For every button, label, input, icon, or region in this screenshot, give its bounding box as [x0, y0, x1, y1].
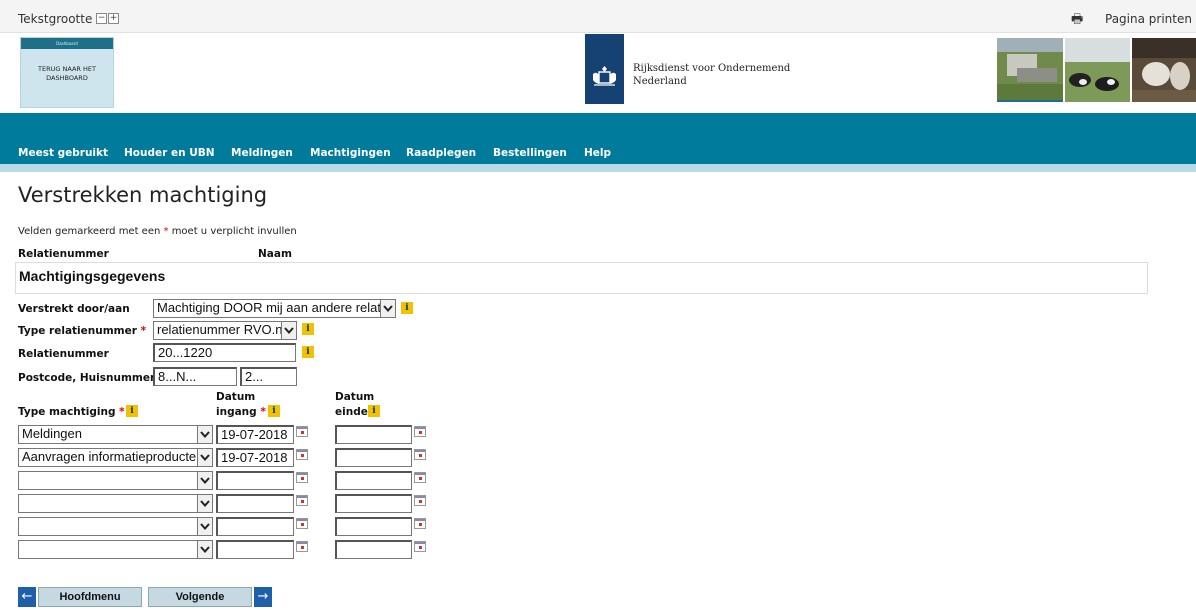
nav-machtigingen[interactable]: Machtigingen: [310, 147, 391, 159]
chevron-down-icon: [197, 426, 212, 443]
postcode-input[interactable]: 8...N...: [153, 367, 237, 386]
huisnummer-input[interactable]: 2...: [240, 367, 297, 386]
info-icon[interactable]: i: [302, 323, 314, 335]
nav-bestellingen[interactable]: Bestellingen: [493, 147, 567, 159]
datum-einde-input-6[interactable]: [335, 540, 412, 559]
calendar-icon[interactable]: [296, 495, 308, 506]
datum-einde-input-3[interactable]: [335, 471, 412, 490]
volgende-button[interactable]: Volgende: [148, 587, 252, 607]
coat-of-arms-icon: [593, 66, 616, 86]
nav-help[interactable]: Help: [584, 147, 611, 159]
top-bar: Tekstgrootte − + 🖶 Pagina printen: [0, 0, 1196, 33]
info-icon[interactable]: i: [126, 405, 138, 417]
chevron-down-icon: [197, 472, 212, 489]
government-logo: [585, 34, 624, 104]
datum-ingang-label-line1: Datum: [216, 391, 256, 403]
type-machtiging-select-4[interactable]: [18, 494, 213, 513]
type-machtiging-select-5[interactable]: [18, 517, 213, 536]
datum-ingang-input-2[interactable]: 19-07-2018: [216, 448, 294, 467]
arrow-left-icon[interactable]: ←: [18, 587, 36, 607]
chevron-down-icon: [281, 322, 296, 339]
calendar-icon[interactable]: [296, 518, 308, 529]
info-icon[interactable]: i: [401, 302, 413, 314]
calendar-icon[interactable]: [296, 449, 308, 460]
datum-einde-label-line1: Datum: [335, 391, 375, 403]
chevron-down-icon: [197, 518, 212, 535]
section-title: Machtigingsgegevens: [19, 268, 166, 284]
info-icon[interactable]: i: [268, 405, 280, 417]
chevron-down-icon: [197, 449, 212, 466]
chevron-down-icon: [197, 495, 212, 512]
section-header: Machtigingsgegevens: [15, 262, 1148, 294]
calendar-icon[interactable]: [414, 518, 426, 529]
type-relatienummer-label: Type relatienummer *: [18, 325, 147, 337]
datum-ingang-input-5[interactable]: [216, 517, 294, 536]
type-machtiging-select-1[interactable]: Meldingen: [18, 425, 213, 444]
navigation-underline: [0, 164, 1196, 172]
datum-einde-input-2[interactable]: [335, 448, 412, 467]
printer-icon[interactable]: 🖶: [1071, 10, 1083, 32]
nav-raadplegen[interactable]: Raadplegen: [406, 147, 476, 159]
calendar-icon[interactable]: [414, 541, 426, 552]
text-size-label: Tekstgrootte: [18, 12, 93, 26]
type-machtiging-select-3[interactable]: [18, 471, 213, 490]
required-fields-hint: Velden gemarkeerd met een * moet u verpl…: [18, 226, 297, 237]
datum-einde-input-1[interactable]: [335, 425, 412, 444]
calendar-icon[interactable]: [296, 541, 308, 552]
back-to-dashboard-button[interactable]: Dashboard TERUG NAAR HET DASHBOARD: [20, 37, 114, 108]
type-relatienummer-select[interactable]: relatienummer RVO.nl: [153, 321, 297, 340]
summary-relatienummer-label: Relatienummer: [18, 248, 109, 260]
chevron-down-icon: [197, 541, 212, 558]
relatienummer-label: Relatienummer: [18, 348, 109, 360]
dashboard-tile-header: Dashboard: [21, 38, 113, 49]
type-machtiging-label: Type machtiging *: [18, 406, 125, 418]
info-icon[interactable]: i: [302, 346, 314, 358]
dashboard-tile-label: TERUG NAAR HET DASHBOARD: [38, 65, 96, 82]
header-photo-goats: [1132, 38, 1196, 102]
calendar-icon[interactable]: [414, 426, 426, 437]
datum-einde-label-line2: einde: [335, 406, 368, 418]
datum-ingang-input-4[interactable]: [216, 494, 294, 513]
datum-einde-input-4[interactable]: [335, 494, 412, 513]
calendar-icon[interactable]: [414, 495, 426, 506]
increase-text-size-button[interactable]: +: [108, 13, 119, 24]
organization-name: Rijksdienst voor Ondernemend Nederland: [633, 63, 791, 87]
nav-meest-gebruikt[interactable]: Meest gebruikt: [18, 147, 108, 159]
info-icon[interactable]: i: [368, 405, 380, 417]
chevron-down-icon: [380, 300, 395, 317]
decrease-text-size-button[interactable]: −: [96, 13, 107, 24]
type-machtiging-select-6[interactable]: [18, 540, 213, 559]
print-page-link[interactable]: Pagina printen: [1105, 12, 1192, 26]
nav-houder-en-ubn[interactable]: Houder en UBN: [124, 147, 215, 159]
relatienummer-input[interactable]: 20...1220: [153, 343, 296, 362]
summary-naam-label: Naam: [258, 248, 292, 260]
header-photo-farm: [997, 38, 1063, 102]
datum-ingang-input-3[interactable]: [216, 471, 294, 490]
calendar-icon[interactable]: [296, 472, 308, 483]
calendar-icon[interactable]: [414, 449, 426, 460]
datum-ingang-input-1[interactable]: 19-07-2018: [216, 425, 294, 444]
nav-meldingen[interactable]: Meldingen: [231, 147, 293, 159]
datum-einde-input-5[interactable]: [335, 517, 412, 536]
page-title: Verstrekken machtiging: [18, 183, 268, 207]
calendar-icon[interactable]: [296, 426, 308, 437]
type-machtiging-select-2[interactable]: Aanvragen informatieproducten: [18, 448, 213, 467]
verstrekt-label: Verstrekt door/aan: [18, 303, 130, 315]
header-photo-cows: [1065, 38, 1130, 102]
verstrekt-select[interactable]: Machtiging DOOR mij aan andere relatie: [153, 299, 396, 318]
datum-ingang-input-6[interactable]: [216, 540, 294, 559]
hoofdmenu-button[interactable]: Hoofdmenu: [38, 587, 142, 607]
arrow-right-icon[interactable]: →: [254, 587, 272, 607]
datum-ingang-label-line2: ingang *: [216, 406, 266, 418]
calendar-icon[interactable]: [414, 472, 426, 483]
postcode-label: Postcode, Huisnummer: [18, 372, 156, 384]
